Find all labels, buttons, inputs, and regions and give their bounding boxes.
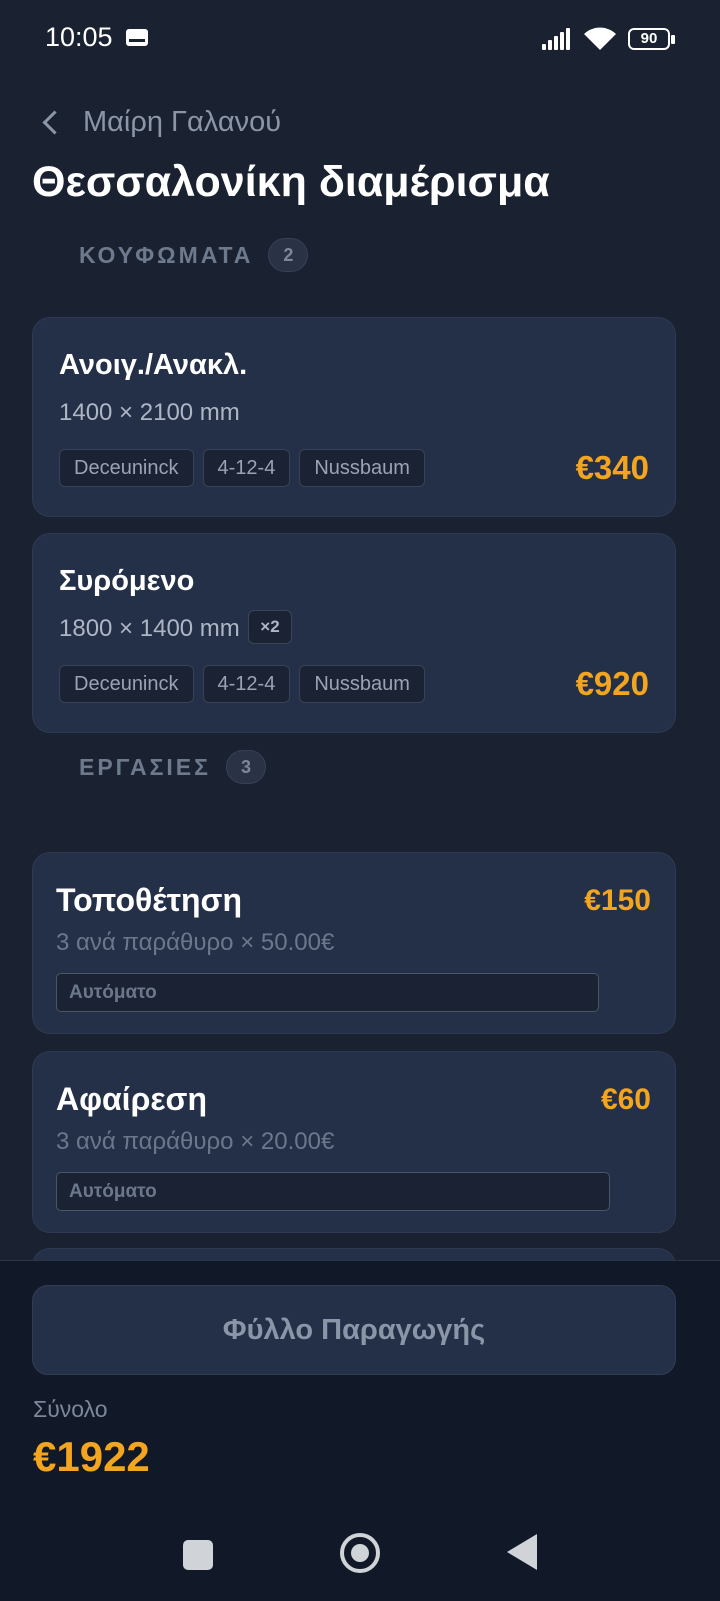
production-sheet-button[interactable]: Φύλλο Παραγωγής	[32, 1285, 676, 1375]
back-chevron-icon	[42, 109, 67, 135]
window-price: €340	[575, 449, 649, 486]
job-mode-field[interactable]: Αυτόματο	[56, 973, 599, 1012]
wifi-icon	[584, 27, 616, 50]
window-dimensions: 1800 × 1400 mm	[59, 615, 240, 642]
tag-glass: 4-12-4	[202, 449, 291, 487]
section-jobs-count: 3	[225, 750, 266, 784]
job-name: Τοποθέτηση	[56, 882, 242, 918]
window-name: Συρόμενο	[59, 565, 195, 597]
tag-color: Nussbaum	[299, 665, 425, 703]
job-card[interactable]: Αφαίρεση €60 3 ανά παράθυρο × 20.00€ Αυτ…	[32, 1051, 676, 1233]
quantity-badge: ×2	[248, 610, 292, 644]
mail-icon	[126, 29, 148, 46]
window-tags: Deceuninck 4-12-4 Nussbaum	[59, 449, 425, 487]
section-windows-header: ΚΟΥΦΩΜΑΤΑ 2	[79, 238, 309, 272]
job-card[interactable]: Τοποθέτηση €150 3 ανά παράθυρο × 50.00€ …	[32, 852, 676, 1034]
battery-icon: 90	[628, 28, 675, 50]
tag-color: Nussbaum	[299, 449, 425, 487]
nav-back-icon[interactable]	[507, 1534, 537, 1570]
signal-icon	[542, 28, 576, 50]
tag-profile: Deceuninck	[59, 665, 194, 703]
job-description: 3 ανά παράθυρο × 20.00€	[56, 1128, 335, 1155]
section-windows-count: 2	[268, 238, 309, 272]
page-title: Θεσσαλονίκη διαμέρισμα	[32, 158, 550, 206]
job-description: 3 ανά παράθυρο × 50.00€	[56, 929, 335, 956]
back-label: Μαίρη Γαλανού	[83, 105, 282, 138]
section-jobs-header: ΕΡΓΑΣΙΕΣ 3	[79, 750, 266, 784]
section-windows-label: ΚΟΥΦΩΜΑΤΑ	[79, 241, 254, 268]
job-price: €60	[600, 1083, 651, 1116]
tag-profile: Deceuninck	[59, 449, 194, 487]
nav-recents-icon[interactable]	[183, 1540, 213, 1570]
back-button[interactable]: Μαίρη Γαλανού	[38, 102, 281, 142]
window-name: Ανοιγ./Ανακλ.	[59, 349, 248, 381]
status-time: 10:05	[45, 22, 113, 52]
window-card[interactable]: Ανοιγ./Ανακλ. 1400 × 2100 mm Deceuninck …	[32, 317, 676, 517]
nav-home-icon[interactable]	[340, 1533, 380, 1573]
window-tags: Deceuninck 4-12-4 Nussbaum	[59, 665, 425, 703]
window-dimensions: 1400 × 2100 mm	[59, 399, 240, 426]
job-price: €150	[584, 884, 651, 917]
job-mode-field[interactable]: Αυτόματο	[56, 1172, 610, 1211]
status-bar: 10:05 90	[0, 0, 720, 80]
window-card[interactable]: Συρόμενο 1800 × 1400 mm ×2 Deceuninck 4-…	[32, 533, 676, 733]
window-price: €920	[575, 665, 649, 702]
total-value: €1922	[33, 1433, 150, 1480]
job-name: Αφαίρεση	[56, 1081, 207, 1117]
total-label: Σύνολο	[33, 1396, 108, 1422]
section-jobs-label: ΕΡΓΑΣΙΕΣ	[79, 753, 211, 780]
tag-glass: 4-12-4	[202, 665, 291, 703]
